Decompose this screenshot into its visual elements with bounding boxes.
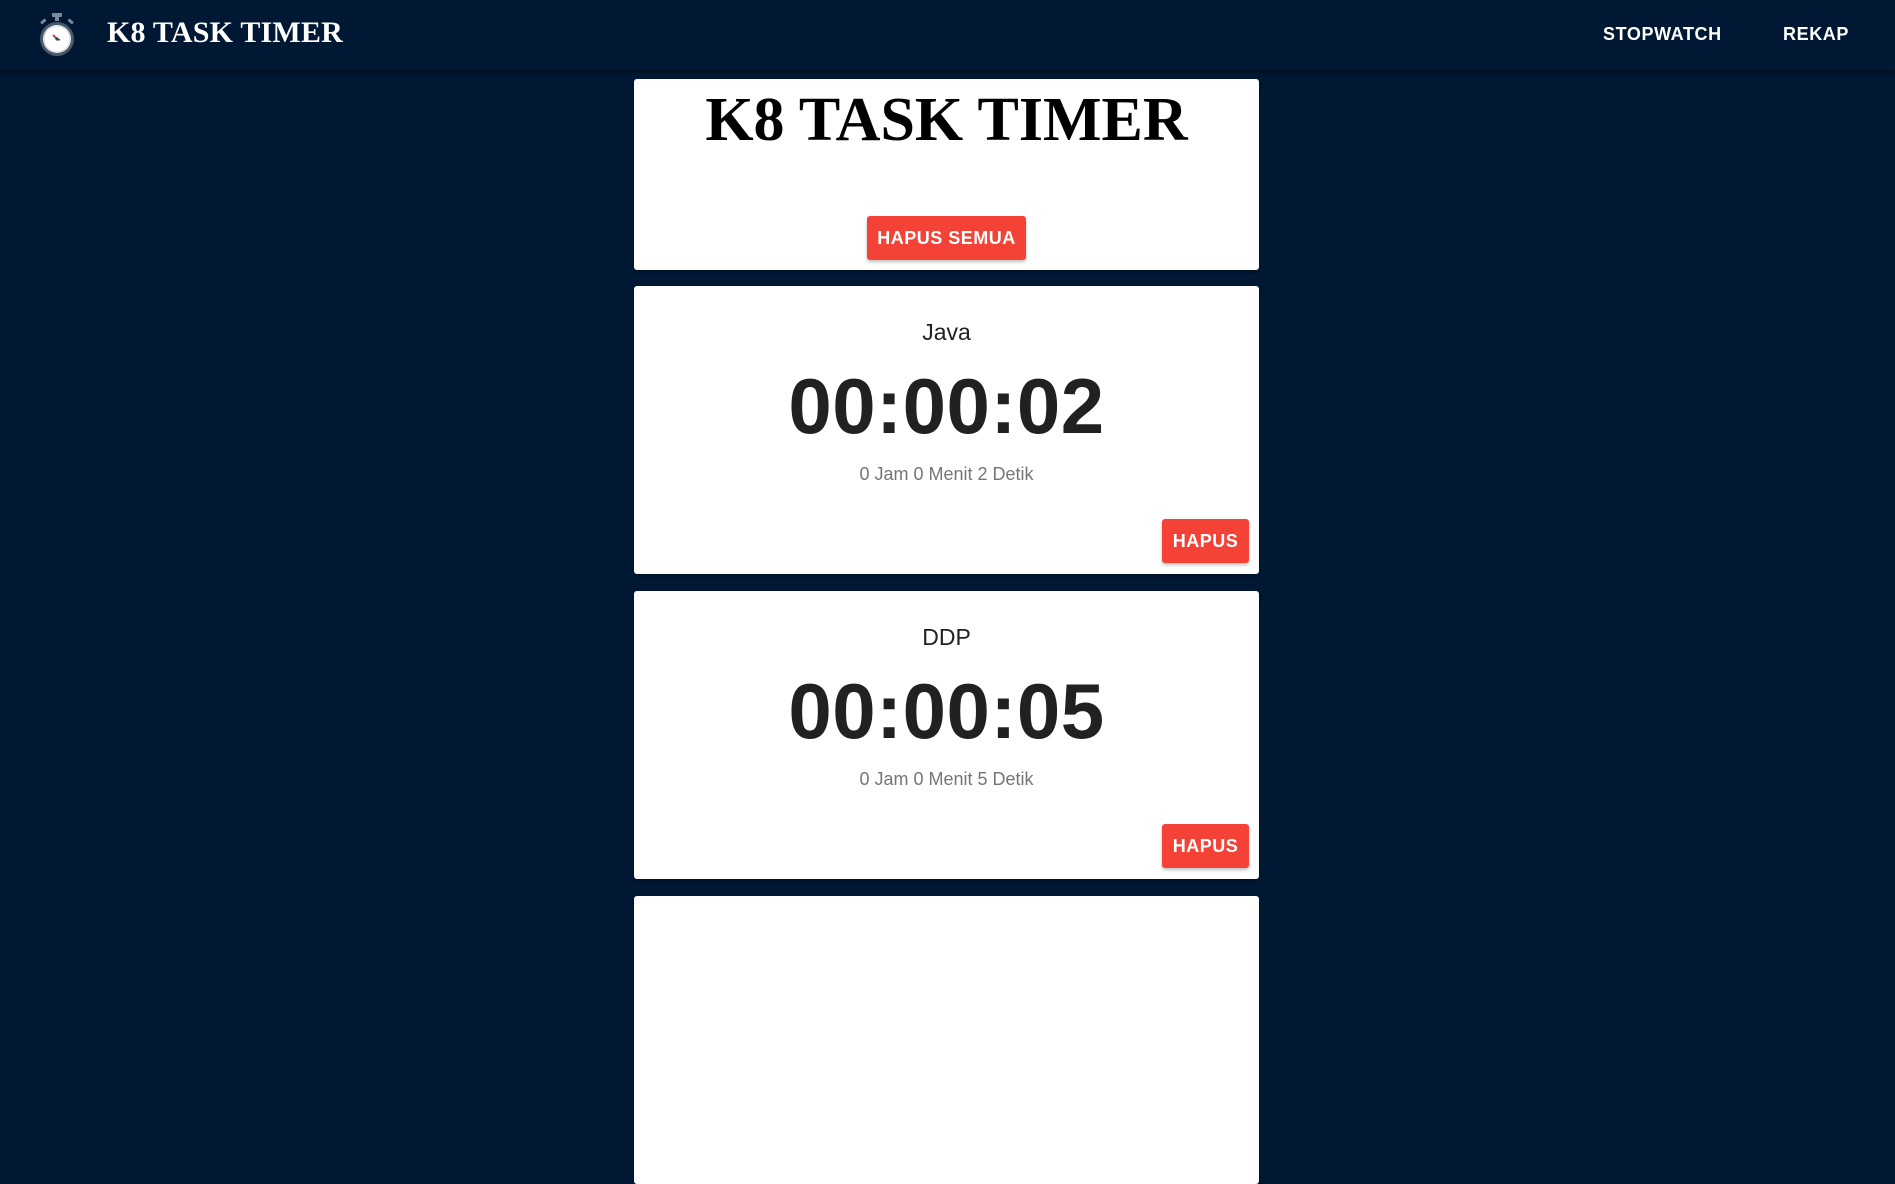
- task-time: 00:00:02: [788, 362, 1105, 450]
- task-name: Java: [922, 319, 971, 345]
- stopwatch-icon[interactable]: [36, 13, 78, 57]
- delete-task-button[interactable]: HAPUS: [1162, 824, 1249, 868]
- task-card: [634, 896, 1259, 1184]
- task-duration-text: 0 Jam 0 Menit 2 Detik: [859, 464, 1034, 484]
- task-card: Java 00:00:02 0 Jam 0 Menit 2 Detik HAPU…: [634, 286, 1259, 574]
- task-card: DDP 00:00:05 0 Jam 0 Menit 5 Detik HAPUS: [634, 591, 1259, 879]
- nav-link-stopwatch[interactable]: STOPWATCH: [1603, 24, 1722, 45]
- header-card: K8 TASK TIMER 3 Task Selesai HAPUS SEMUA: [634, 79, 1259, 270]
- task-time: 00:00:05: [788, 667, 1105, 755]
- nav-brand[interactable]: K8 TASK TIMER: [107, 16, 343, 50]
- clear-all-button[interactable]: HAPUS SEMUA: [867, 216, 1026, 260]
- nav-link-rekap[interactable]: REKAP: [1783, 24, 1849, 45]
- page-title: K8 TASK TIMER: [705, 86, 1188, 154]
- task-name: DDP: [922, 624, 971, 650]
- delete-task-button[interactable]: HAPUS: [1162, 519, 1249, 563]
- task-duration-text: 0 Jam 0 Menit 5 Detik: [859, 769, 1034, 789]
- navbar: K8 TASK TIMER STOPWATCH REKAP: [0, 0, 1895, 70]
